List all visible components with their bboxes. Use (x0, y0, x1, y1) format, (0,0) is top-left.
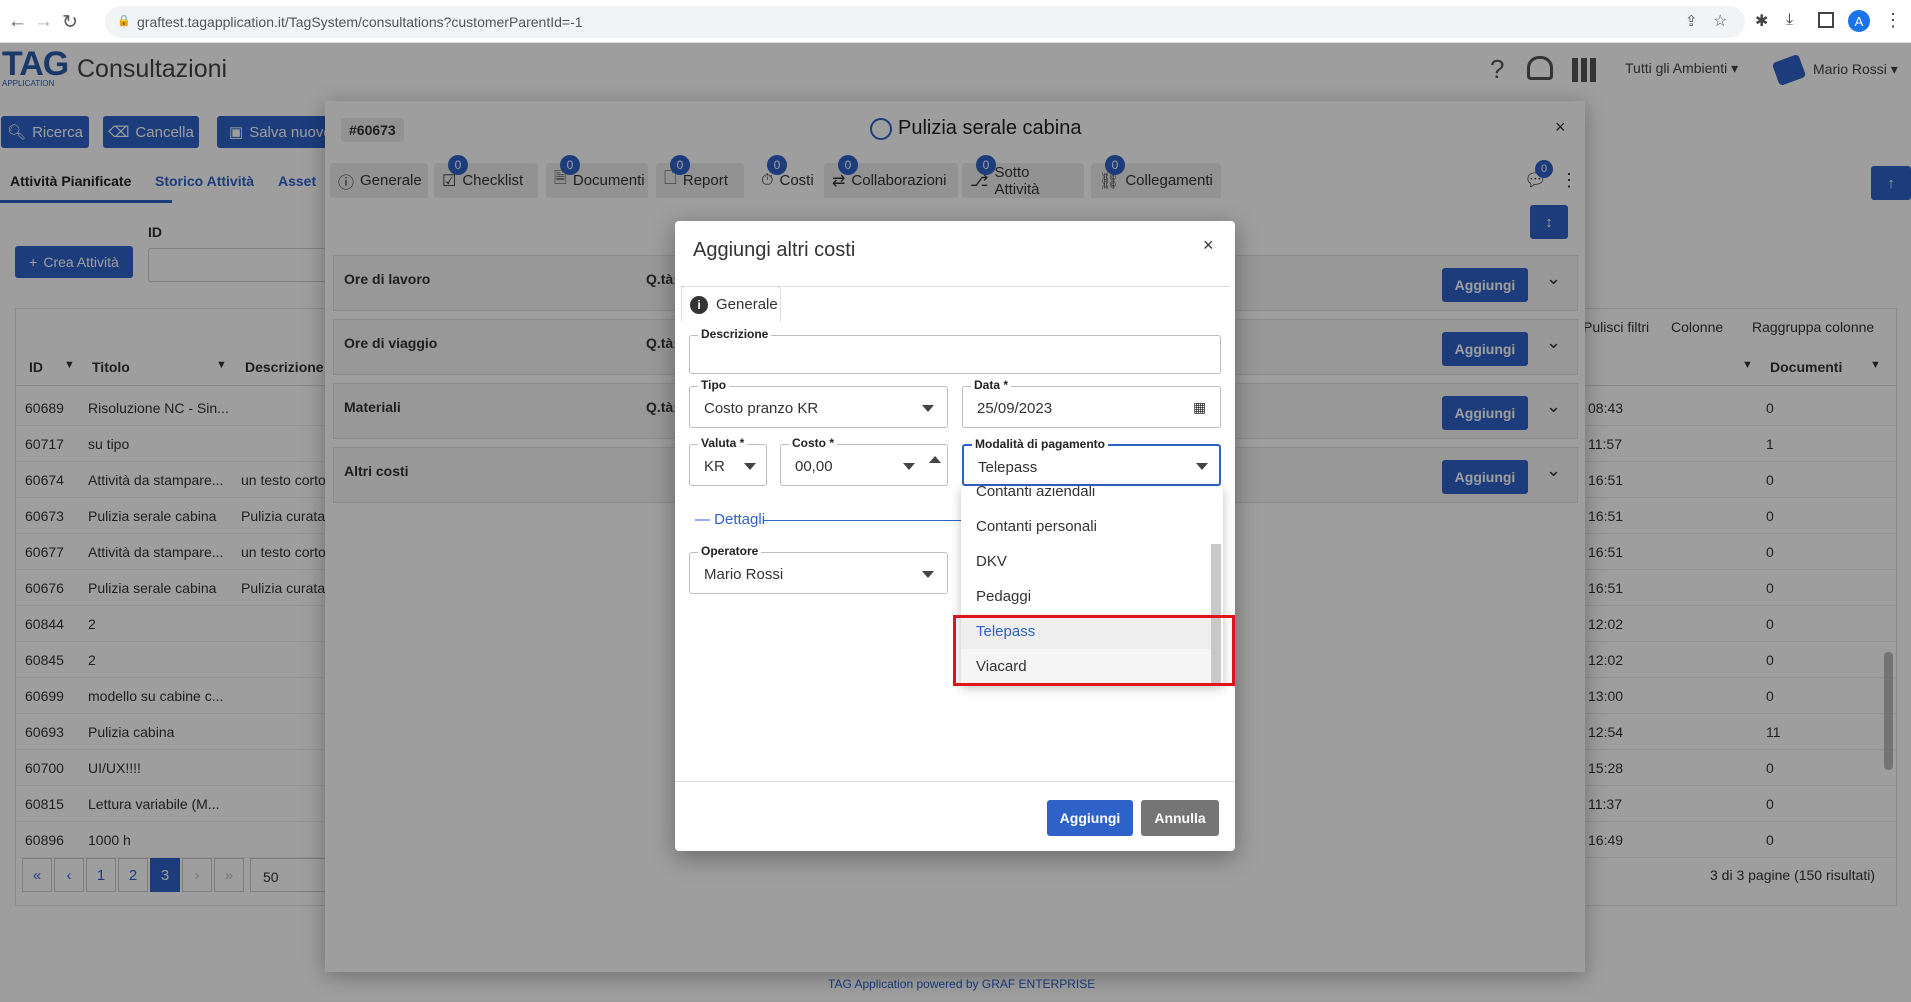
operator-select[interactable]: Operatore Mario Rossi (689, 544, 948, 594)
chevron-down-icon (903, 463, 915, 470)
forward-icon[interactable]: → (34, 11, 53, 33)
sidepanel-icon[interactable] (1818, 12, 1834, 28)
info-icon: i (690, 295, 708, 314)
chevron-up-icon (929, 456, 941, 463)
details-divider (763, 520, 963, 521)
add-button[interactable]: Aggiungi (1047, 800, 1133, 836)
lock-icon: 🔒 (117, 15, 131, 27)
description-field[interactable]: Descrizione (689, 327, 1221, 374)
chevron-down-icon (744, 463, 756, 470)
dropdown-option[interactable]: DKV (961, 544, 1211, 579)
chevron-down-icon (922, 405, 934, 412)
highlight-box (953, 615, 1235, 686)
url-text: graftest.tagapplication.it/TagSystem/con… (137, 14, 583, 30)
dialog-title: Aggiungi altri costi (693, 239, 856, 261)
calendar-icon[interactable]: ▦ (1193, 399, 1206, 416)
menu-icon[interactable]: ⋮ (1884, 10, 1902, 31)
share-icon[interactable]: ⇪ (1685, 12, 1698, 30)
chevron-down-icon (1196, 463, 1208, 470)
dropdown-option[interactable]: Contanti aziendali (961, 486, 1211, 509)
payment-method-select[interactable]: Modalità di pagamento Telepass (962, 437, 1221, 486)
download-icon[interactable]: ⤓ (1786, 11, 1793, 29)
dialog-close-icon[interactable]: × (1203, 235, 1214, 256)
chevron-down-icon (922, 571, 934, 578)
cancel-button[interactable]: Annulla (1141, 800, 1219, 836)
star-icon[interactable]: ☆ (1713, 11, 1727, 31)
date-field[interactable]: Data * 25/09/2023 ▦ (962, 378, 1221, 428)
dropdown-option[interactable]: Pedaggi (961, 579, 1211, 614)
cost-input[interactable]: Costo * 00,00 (780, 436, 948, 486)
dropdown-option[interactable]: Contanti personali (961, 509, 1211, 544)
back-icon[interactable]: ← (8, 11, 27, 33)
profile-avatar[interactable]: A (1848, 10, 1870, 32)
details-toggle[interactable]: — Dettagli (695, 511, 765, 528)
type-select[interactable]: Tipo Costo pranzo KR (689, 378, 948, 428)
tab-generale[interactable]: i Generale (681, 286, 781, 322)
browser-toolbar: ← → ↻ 🔒 graftest.tagapplication.it/TagSy… (0, 0, 1911, 43)
address-bar[interactable]: 🔒 graftest.tagapplication.it/TagSystem/c… (105, 6, 1745, 38)
currency-select[interactable]: Valuta * KR (689, 436, 767, 486)
reload-icon[interactable]: ↻ (62, 11, 78, 34)
extensions-icon[interactable]: ✱ (1755, 11, 1768, 31)
